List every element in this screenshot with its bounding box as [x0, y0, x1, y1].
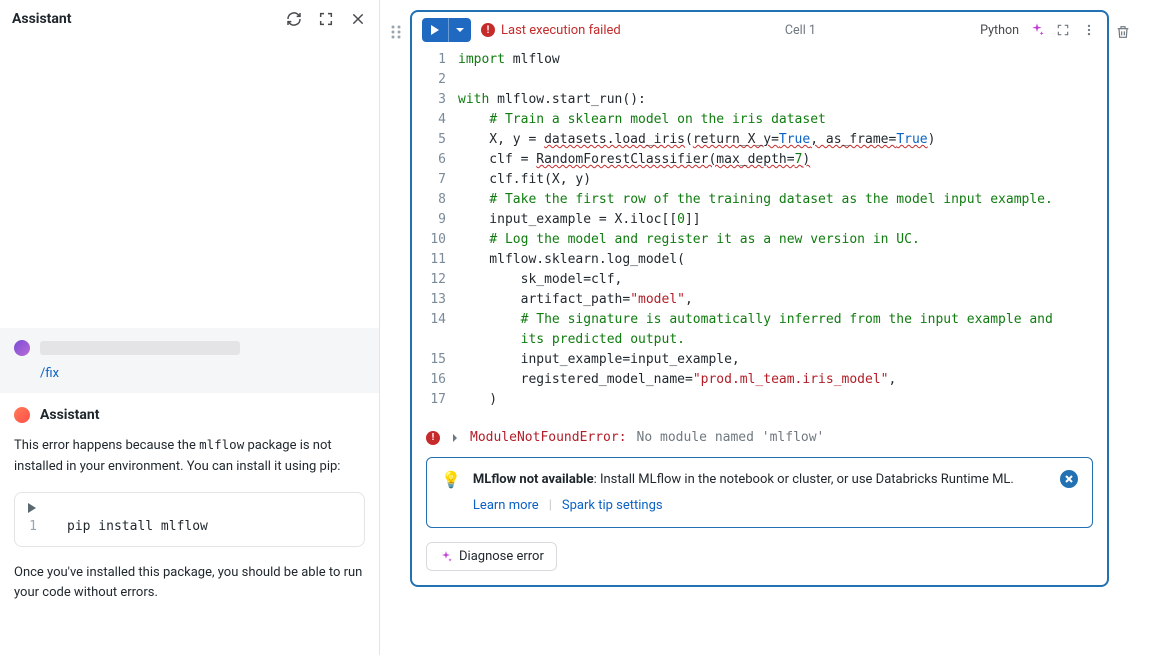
cell-menu-icon[interactable]: [1081, 22, 1097, 38]
code-line[interactable]: 12 sk_model=clf,: [412, 270, 1107, 290]
code-cell: ! Last execution failed Cell 1 Python 1i…: [410, 10, 1109, 587]
code-line[interactable]: 13 artifact_path="model",: [412, 290, 1107, 310]
user-name-placeholder: [40, 341, 240, 355]
diagnose-error-button[interactable]: Diagnose error: [426, 542, 557, 571]
snippet-code: pip install mlflow: [67, 519, 208, 534]
info-callout: 💡 MLflow not available: Install MLflow i…: [426, 457, 1093, 528]
run-snippet-button[interactable]: [27, 503, 352, 513]
separator: |: [549, 496, 552, 516]
expand-cell-icon[interactable]: [1055, 22, 1071, 38]
learn-more-link[interactable]: Learn more: [473, 496, 539, 516]
sparkle-icon: [439, 550, 453, 564]
code-line[interactable]: 10 # Log the model and register it as a …: [412, 230, 1107, 250]
assistant-text-2: Once you've installed this package, you …: [14, 563, 365, 605]
snippet-lineno: 1: [27, 519, 37, 534]
user-avatar: [14, 340, 30, 356]
code-line[interactable]: 9 input_example = X.iloc[[0]]: [412, 210, 1107, 230]
code-line[interactable]: 6 clf = RandomForestClassifier(max_depth…: [412, 150, 1107, 170]
cell-toolbar: ! Last execution failed Cell 1 Python: [412, 12, 1107, 48]
fix-command: /fix: [14, 366, 365, 381]
sidebar-body: /fix Assistant This error happens becaus…: [0, 38, 379, 655]
code-line[interactable]: 2: [412, 70, 1107, 90]
sidebar-header: Assistant: [0, 0, 379, 38]
code-line[interactable]: 8 # Take the first row of the training d…: [412, 190, 1107, 210]
spark-tip-link[interactable]: Spark tip settings: [562, 496, 663, 516]
code-line[interactable]: its predicted output.: [412, 330, 1107, 350]
lightbulb-icon: 💡: [441, 470, 461, 489]
close-info-icon[interactable]: [1060, 470, 1078, 488]
execution-status: ! Last execution failed: [481, 23, 621, 38]
close-icon[interactable]: [349, 10, 367, 28]
error-dot-icon: !: [426, 431, 440, 445]
assistant-codeblock: 1 pip install mlflow: [14, 492, 365, 547]
run-cell-button[interactable]: [422, 18, 471, 42]
assistant-avatar: [14, 407, 30, 423]
assistant-sparkle-icon[interactable]: [1029, 22, 1045, 38]
code-line[interactable]: 17 ): [412, 390, 1107, 410]
cell-language-picker[interactable]: Python: [980, 23, 1019, 38]
cell-index-label: Cell 1: [785, 23, 816, 38]
delete-cell-icon[interactable]: [1115, 10, 1131, 40]
refresh-icon[interactable]: [285, 10, 303, 28]
notebook-area: ! Last execution failed Cell 1 Python 1i…: [380, 0, 1149, 655]
sidebar-title: Assistant: [12, 11, 72, 27]
expand-icon[interactable]: [317, 10, 335, 28]
code-line[interactable]: 16 registered_model_name="prod.ml_team.i…: [412, 370, 1107, 390]
run-menu-chevron[interactable]: [448, 18, 471, 42]
code-line[interactable]: 3with mlflow.start_run():: [412, 90, 1107, 110]
chevron-right-icon: [450, 433, 460, 443]
error-line[interactable]: ! ModuleNotFoundError: No module named '…: [426, 430, 1093, 445]
assistant-sidebar: Assistant /fix Assistant: [0, 0, 380, 655]
info-text: MLflow not available: Install MLflow in …: [473, 470, 1048, 490]
assistant-message: Assistant This error happens because the…: [0, 393, 379, 638]
code-line[interactable]: 15 input_example=input_example,: [412, 350, 1107, 370]
code-line[interactable]: 14 # The signature is automatically infe…: [412, 310, 1107, 330]
cell-drag-handle[interactable]: [390, 10, 404, 40]
error-type: ModuleNotFoundError:: [470, 430, 627, 445]
code-line[interactable]: 1import mlflow: [412, 50, 1107, 70]
assistant-label: Assistant: [40, 407, 100, 423]
cell-output: ! ModuleNotFoundError: No module named '…: [412, 416, 1107, 585]
code-line[interactable]: 4 # Train a sklearn model on the iris da…: [412, 110, 1107, 130]
assistant-text-1: This error happens because the mlflow pa…: [14, 435, 365, 478]
user-message: /fix: [0, 328, 379, 393]
code-line[interactable]: 7 clf.fit(X, y): [412, 170, 1107, 190]
code-line[interactable]: 11 mlflow.sklearn.log_model(: [412, 250, 1107, 270]
error-dot-icon: !: [481, 23, 495, 37]
error-message: No module named 'mlflow': [637, 430, 825, 445]
code-editor[interactable]: 1import mlflow23with mlflow.start_run():…: [412, 48, 1107, 416]
code-line[interactable]: 5 X, y = datasets.load_iris(return_X_y=T…: [412, 130, 1107, 150]
